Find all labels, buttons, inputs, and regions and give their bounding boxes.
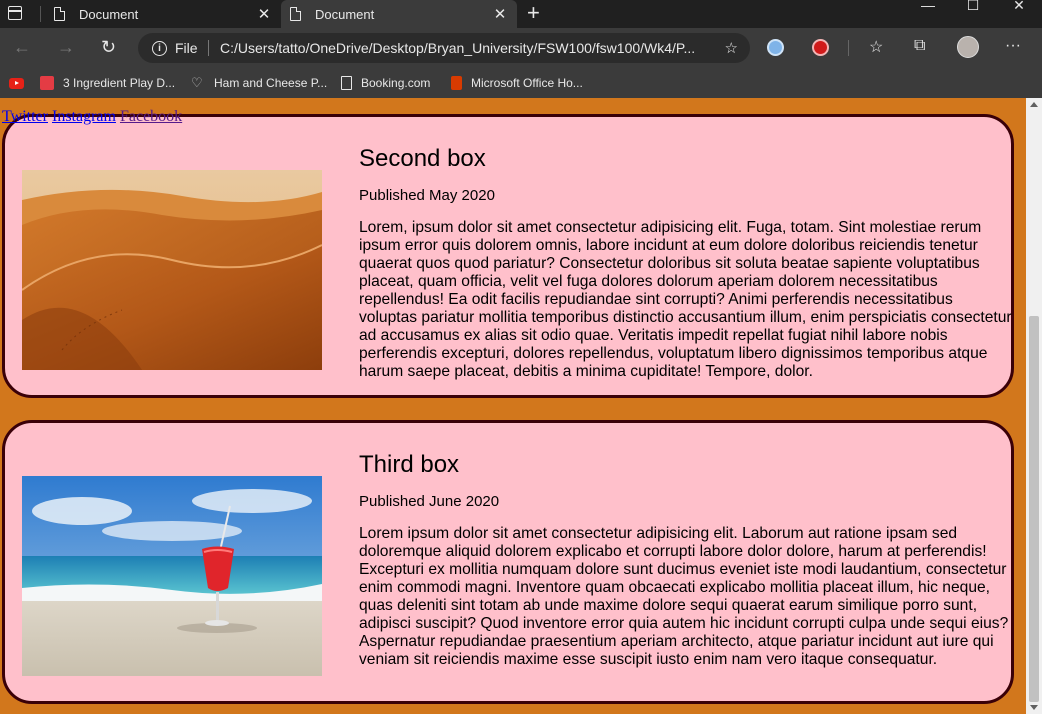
favorite-item[interactable]: Booking.com: [341, 73, 430, 93]
card-body-text: Lorem ipsum dolor sit amet consectetur a…: [359, 525, 1009, 668]
document-icon: [341, 76, 352, 90]
beach-cocktail-image: [22, 476, 322, 676]
toolbar-separator: [848, 40, 849, 56]
favorite-item[interactable]: ♡ Ham and Cheese P...: [191, 73, 327, 93]
social-links: Twitter Instagram Facebook: [2, 108, 182, 126]
desert-dunes-image: [22, 170, 322, 370]
document-icon: [54, 7, 65, 21]
address-separator: [208, 40, 209, 56]
vertical-scrollbar[interactable]: [1026, 98, 1042, 714]
document-icon: [290, 7, 301, 21]
tab-actions-icon[interactable]: [8, 6, 22, 20]
tab-title: Document: [79, 6, 139, 22]
favorite-label: Microsoft Office Ho...: [471, 76, 583, 90]
favorite-youtube[interactable]: [9, 73, 33, 93]
card-title: Third box: [359, 451, 460, 478]
tab-document-1[interactable]: Document ✕: [45, 0, 281, 28]
page-viewport: Second box Published May 2020 Lorem, ips…: [0, 98, 1042, 714]
close-tab-icon[interactable]: ✕: [489, 5, 511, 23]
refresh-button[interactable]: ↻: [101, 37, 116, 57]
favorite-item[interactable]: Microsoft Office Ho...: [451, 73, 583, 93]
address-bar[interactable]: i File C:/Users/tatto/OneDrive/Desktop/B…: [138, 33, 750, 63]
facebook-link[interactable]: Facebook: [120, 108, 182, 125]
avatar[interactable]: [957, 36, 979, 58]
maximize-button[interactable]: ☐: [950, 0, 996, 28]
scroll-up-arrow-icon[interactable]: [1030, 102, 1038, 107]
settings-more-icon[interactable]: ···: [1005, 37, 1021, 55]
browser-toolbar: ← → ↻ i File C:/Users/tatto/OneDrive/Des…: [0, 28, 1042, 68]
favorite-item[interactable]: 3 Ingredient Play D...: [40, 73, 175, 93]
add-favorite-icon[interactable]: ☆: [725, 39, 738, 57]
content-card: Second box Published May 2020 Lorem, ips…: [2, 114, 1014, 398]
favorites-icon[interactable]: ☆: [869, 37, 883, 57]
url-text[interactable]: C:/Users/tatto/OneDrive/Desktop/Bryan_Un…: [220, 40, 695, 56]
content-card: Third box Published June 2020 Lorem ipsu…: [2, 420, 1014, 704]
tab-bar: Document ✕ Document ✕ + — ☐ ✕: [0, 0, 1042, 28]
card-published-date: Published June 2020: [359, 493, 500, 510]
scheme-label: File: [175, 40, 198, 56]
youtube-icon: [9, 77, 24, 89]
tab-separator: [40, 6, 41, 22]
collections-icon[interactable]: ⧉: [914, 37, 925, 55]
close-tab-icon[interactable]: ✕: [253, 5, 275, 23]
scroll-down-arrow-icon[interactable]: [1030, 705, 1038, 710]
favorite-label: Booking.com: [361, 76, 431, 90]
card-body-text: Lorem, ipsum dolor sit amet consectetur …: [359, 219, 1012, 380]
favorite-label: Ham and Cheese P...: [214, 76, 328, 90]
instagram-link[interactable]: Instagram: [52, 108, 116, 125]
back-button[interactable]: ←: [13, 37, 31, 57]
close-window-button[interactable]: ✕: [996, 0, 1042, 28]
extension-record-icon[interactable]: [812, 39, 829, 56]
tab-document-2[interactable]: Document ✕: [281, 0, 517, 28]
extension-icon[interactable]: [767, 39, 784, 56]
office-icon: [451, 76, 462, 90]
twitter-link[interactable]: Twitter: [2, 108, 48, 125]
recipe-icon: [40, 76, 54, 90]
card-published-date: Published May 2020: [359, 187, 495, 204]
scrollbar-thumb[interactable]: [1029, 316, 1039, 702]
info-icon[interactable]: i: [152, 41, 167, 56]
favorite-label: 3 Ingredient Play D...: [63, 76, 176, 90]
tab-title: Document: [315, 6, 375, 22]
favorites-bar: 3 Ingredient Play D... ♡ Ham and Cheese …: [0, 68, 1042, 98]
forward-button[interactable]: →: [57, 37, 75, 57]
card-title: Second box: [359, 145, 486, 172]
new-tab-button[interactable]: +: [527, 1, 540, 25]
heart-icon: ♡: [191, 75, 203, 90]
minimize-button[interactable]: —: [905, 0, 951, 28]
